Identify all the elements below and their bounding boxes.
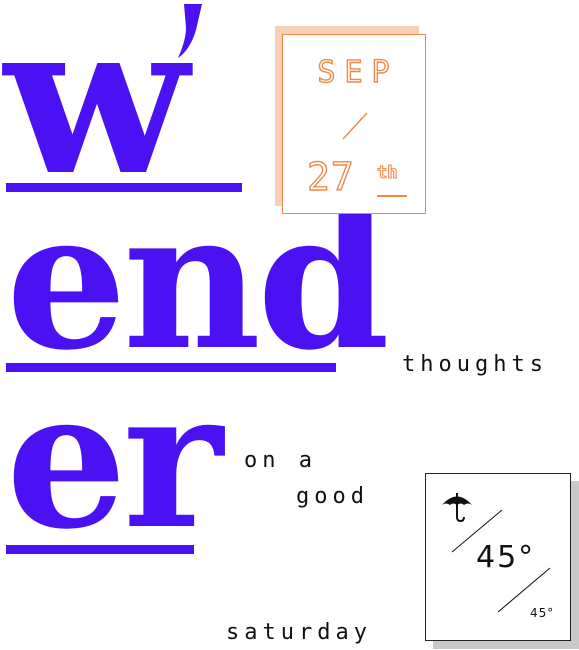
date-day-suffix: th xyxy=(376,162,398,183)
date-month: SEP xyxy=(317,54,399,90)
title-underline-3 xyxy=(6,545,194,554)
phrase-saturday: saturday xyxy=(226,620,372,645)
date-day: 27 xyxy=(306,154,355,199)
date-suffix-underline xyxy=(377,195,407,197)
weather-card: 45° 45° xyxy=(425,473,571,641)
phrase-good: good xyxy=(296,484,369,509)
phrase-thoughts: thoughts xyxy=(402,352,548,377)
phrase-on-a: on a xyxy=(244,448,317,473)
poster: w end er SEP 27 th thoughts on a good sa… xyxy=(0,0,579,650)
title-line-3: er xyxy=(6,348,223,571)
date-divider-slash xyxy=(342,112,368,140)
weather-high-temp: 45° xyxy=(476,540,536,575)
apostrophe-mark xyxy=(178,4,202,58)
weather-low-temp: 45° xyxy=(530,606,555,620)
date-card: SEP 27 th xyxy=(282,34,426,214)
